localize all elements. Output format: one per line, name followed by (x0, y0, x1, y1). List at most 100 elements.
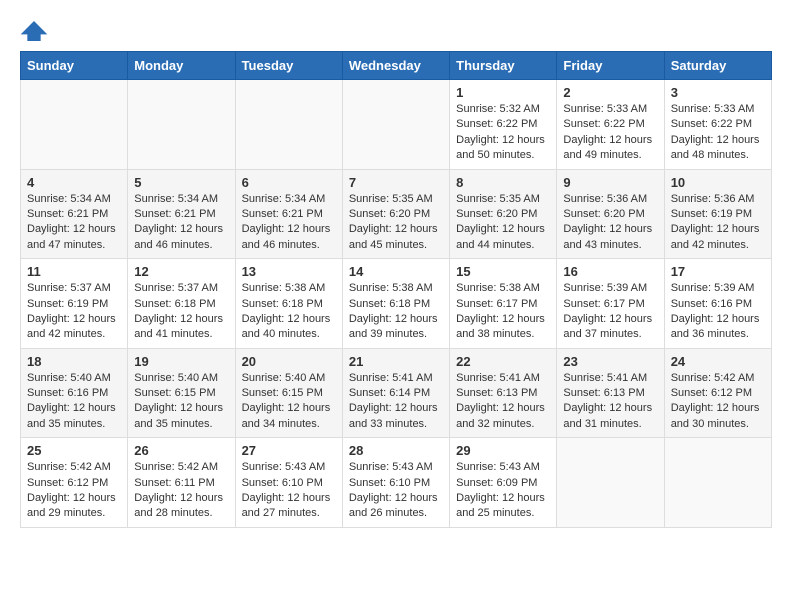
day-of-week-header: Tuesday (235, 52, 342, 80)
calendar-cell: 8 Sunrise: 5:35 AM Sunset: 6:20 PM Daylig… (450, 169, 557, 259)
calendar-cell: 22 Sunrise: 5:41 AM Sunset: 6:13 PM Dayli… (450, 348, 557, 438)
calendar-table: SundayMondayTuesdayWednesdayThursdayFrid… (20, 51, 772, 528)
calendar-cell: 7Sunrise: 5:35 AM Sunset: 6:20 PM Daylig… (342, 169, 449, 259)
calendar-cell (128, 80, 235, 170)
calendar-cell: 20 Sunrise: 5:40 AM Sunset: 6:15 PM Dayli… (235, 348, 342, 438)
day-of-week-header: Sunday (21, 52, 128, 80)
day-info: Sunrise: 5:41 AM Sunset: 6:14 PM Dayligh… (349, 371, 443, 433)
day-number: 8 (456, 175, 550, 190)
day-of-week-header: Thursday (450, 52, 557, 80)
day-number: 18 (27, 354, 121, 369)
day-number: 26 (134, 443, 228, 458)
day-number: 5 (134, 175, 228, 190)
calendar-header-row: SundayMondayTuesdayWednesdayThursdayFrid… (21, 52, 772, 80)
day-number: 27 (242, 443, 336, 458)
day-of-week-header: Saturday (664, 52, 771, 80)
calendar-cell: 14 Sunrise: 5:38 AM Sunset: 6:18 PM Dayli… (342, 259, 449, 349)
calendar-week-row: 18 Sunrise: 5:40 AM Sunset: 6:16 PM Dayli… (21, 348, 772, 438)
day-of-week-header: Wednesday (342, 52, 449, 80)
day-info: Sunrise: 5:36 AM Sunset: 6:20 PM Dayligh… (563, 192, 657, 254)
calendar-week-row: 4 Sunrise: 5:34 AM Sunset: 6:21 PM Daylig… (21, 169, 772, 259)
day-info: Sunrise: 5:34 AM Sunset: 6:21 PM Dayligh… (242, 192, 336, 254)
day-number: 15 (456, 264, 550, 279)
day-info: Sunrise: 5:42 AM Sunset: 6:12 PM Dayligh… (671, 371, 765, 433)
calendar-cell: 23Sunrise: 5:41 AM Sunset: 6:13 PM Dayli… (557, 348, 664, 438)
calendar-cell: 9 Sunrise: 5:36 AM Sunset: 6:20 PM Daylig… (557, 169, 664, 259)
calendar-cell: 17 Sunrise: 5:39 AM Sunset: 6:16 PM Dayli… (664, 259, 771, 349)
calendar-cell: 28 Sunrise: 5:43 AM Sunset: 6:10 PM Dayli… (342, 438, 449, 528)
day-number: 25 (27, 443, 121, 458)
logo-icon (20, 21, 48, 41)
day-info: Sunrise: 5:39 AM Sunset: 6:16 PM Dayligh… (671, 281, 765, 343)
calendar-cell (21, 80, 128, 170)
day-info: Sunrise: 5:42 AM Sunset: 6:11 PM Dayligh… (134, 460, 228, 522)
day-number: 3 (671, 85, 765, 100)
day-info: Sunrise: 5:40 AM Sunset: 6:15 PM Dayligh… (242, 371, 336, 433)
day-info: Sunrise: 5:38 AM Sunset: 6:18 PM Dayligh… (349, 281, 443, 343)
day-number: 12 (134, 264, 228, 279)
day-info: Sunrise: 5:42 AM Sunset: 6:12 PM Dayligh… (27, 460, 121, 522)
calendar-cell (664, 438, 771, 528)
day-info: Sunrise: 5:40 AM Sunset: 6:15 PM Dayligh… (134, 371, 228, 433)
day-number: 14 (349, 264, 443, 279)
day-number: 2 (563, 85, 657, 100)
calendar-cell: 5 Sunrise: 5:34 AM Sunset: 6:21 PM Daylig… (128, 169, 235, 259)
calendar-cell: 24 Sunrise: 5:42 AM Sunset: 6:12 PM Dayli… (664, 348, 771, 438)
day-info: Sunrise: 5:37 AM Sunset: 6:19 PM Dayligh… (27, 281, 121, 343)
calendar-cell: 19 Sunrise: 5:40 AM Sunset: 6:15 PM Dayli… (128, 348, 235, 438)
day-number: 10 (671, 175, 765, 190)
day-info: Sunrise: 5:41 AM Sunset: 6:13 PM Dayligh… (456, 371, 550, 433)
day-info: Sunrise: 5:34 AM Sunset: 6:21 PM Dayligh… (134, 192, 228, 254)
calendar-cell (557, 438, 664, 528)
day-number: 29 (456, 443, 550, 458)
calendar-cell: 6Sunrise: 5:34 AM Sunset: 6:21 PM Daylig… (235, 169, 342, 259)
day-number: 4 (27, 175, 121, 190)
calendar-cell: 3 Sunrise: 5:33 AM Sunset: 6:22 PM Daylig… (664, 80, 771, 170)
calendar-cell: 2 Sunrise: 5:33 AM Sunset: 6:22 PM Daylig… (557, 80, 664, 170)
day-number: 20 (242, 354, 336, 369)
day-number: 28 (349, 443, 443, 458)
day-info: Sunrise: 5:33 AM Sunset: 6:22 PM Dayligh… (563, 102, 657, 164)
logo (20, 20, 52, 41)
day-number: 21 (349, 354, 443, 369)
calendar-body: 1 Sunrise: 5:32 AM Sunset: 6:22 PM Daylig… (21, 80, 772, 528)
calendar-cell: 16 Sunrise: 5:39 AM Sunset: 6:17 PM Dayli… (557, 259, 664, 349)
day-number: 16 (563, 264, 657, 279)
day-info: Sunrise: 5:40 AM Sunset: 6:16 PM Dayligh… (27, 371, 121, 433)
calendar-week-row: 11 Sunrise: 5:37 AM Sunset: 6:19 PM Dayli… (21, 259, 772, 349)
day-number: 17 (671, 264, 765, 279)
day-info: Sunrise: 5:38 AM Sunset: 6:17 PM Dayligh… (456, 281, 550, 343)
day-info: Sunrise: 5:33 AM Sunset: 6:22 PM Dayligh… (671, 102, 765, 164)
day-number: 11 (27, 264, 121, 279)
day-number: 7 (349, 175, 443, 190)
calendar-cell: 27 Sunrise: 5:43 AM Sunset: 6:10 PM Dayli… (235, 438, 342, 528)
day-info: Sunrise: 5:43 AM Sunset: 6:09 PM Dayligh… (456, 460, 550, 522)
day-info: Sunrise: 5:35 AM Sunset: 6:20 PM Dayligh… (456, 192, 550, 254)
calendar-cell: 4 Sunrise: 5:34 AM Sunset: 6:21 PM Daylig… (21, 169, 128, 259)
day-number: 22 (456, 354, 550, 369)
day-info: Sunrise: 5:34 AM Sunset: 6:21 PM Dayligh… (27, 192, 121, 254)
calendar-cell: 1 Sunrise: 5:32 AM Sunset: 6:22 PM Daylig… (450, 80, 557, 170)
calendar-cell: 13Sunrise: 5:38 AM Sunset: 6:18 PM Dayli… (235, 259, 342, 349)
day-info: Sunrise: 5:32 AM Sunset: 6:22 PM Dayligh… (456, 102, 550, 164)
calendar-cell: 15 Sunrise: 5:38 AM Sunset: 6:17 PM Dayli… (450, 259, 557, 349)
header (20, 20, 772, 41)
day-number: 9 (563, 175, 657, 190)
day-number: 24 (671, 354, 765, 369)
day-of-week-header: Friday (557, 52, 664, 80)
day-number: 1 (456, 85, 550, 100)
day-number: 19 (134, 354, 228, 369)
day-info: Sunrise: 5:37 AM Sunset: 6:18 PM Dayligh… (134, 281, 228, 343)
day-info: Sunrise: 5:43 AM Sunset: 6:10 PM Dayligh… (242, 460, 336, 522)
day-of-week-header: Monday (128, 52, 235, 80)
calendar-cell: 29 Sunrise: 5:43 AM Sunset: 6:09 PM Dayli… (450, 438, 557, 528)
calendar-cell: 12 Sunrise: 5:37 AM Sunset: 6:18 PM Dayli… (128, 259, 235, 349)
calendar-cell: 25 Sunrise: 5:42 AM Sunset: 6:12 PM Dayli… (21, 438, 128, 528)
calendar-cell (235, 80, 342, 170)
calendar-cell: 26 Sunrise: 5:42 AM Sunset: 6:11 PM Dayli… (128, 438, 235, 528)
day-info: Sunrise: 5:39 AM Sunset: 6:17 PM Dayligh… (563, 281, 657, 343)
calendar-cell: 18 Sunrise: 5:40 AM Sunset: 6:16 PM Dayli… (21, 348, 128, 438)
day-info: Sunrise: 5:43 AM Sunset: 6:10 PM Dayligh… (349, 460, 443, 522)
calendar-cell: 21 Sunrise: 5:41 AM Sunset: 6:14 PM Dayli… (342, 348, 449, 438)
calendar-week-row: 1 Sunrise: 5:32 AM Sunset: 6:22 PM Daylig… (21, 80, 772, 170)
